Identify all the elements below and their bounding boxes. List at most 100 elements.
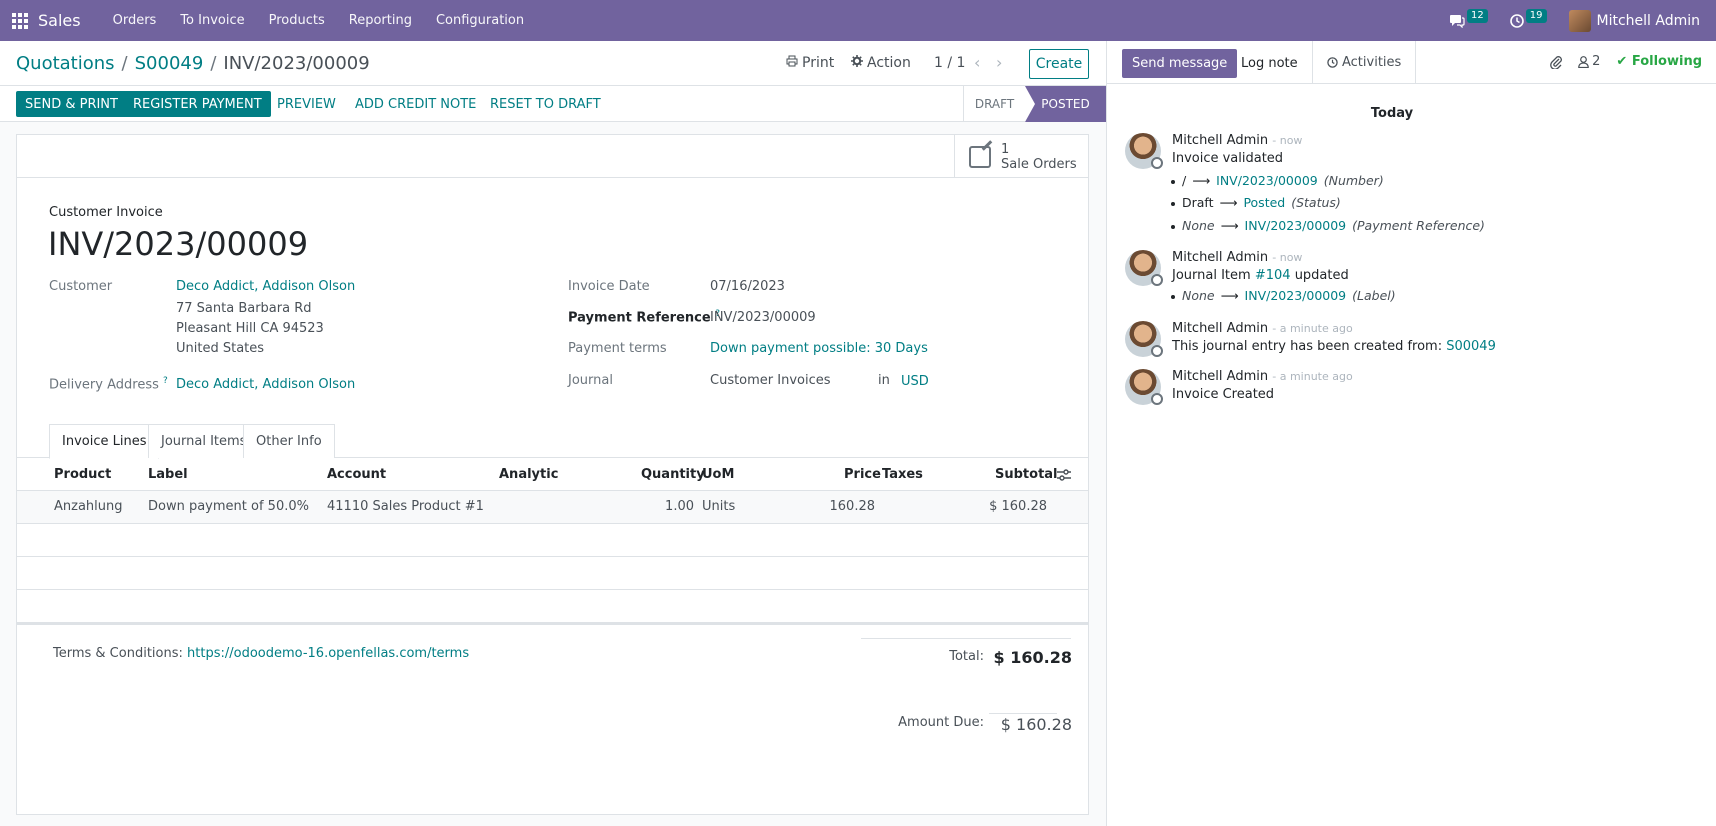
- activities-button[interactable]: Activities: [1312, 41, 1417, 84]
- total-value: $ 160.28: [993, 648, 1072, 667]
- payment-terms-link[interactable]: Down payment possible: 30 Days: [710, 341, 928, 356]
- tracking-field: (Label): [1352, 288, 1396, 303]
- cell-account: 41110 Sales Product #1: [327, 499, 484, 514]
- log-note-button[interactable]: Log note: [1231, 49, 1308, 78]
- currency-in-label: in: [878, 373, 890, 388]
- send-print-button[interactable]: SEND & PRINT: [16, 91, 127, 117]
- col-analytic[interactable]: Analytic: [499, 467, 558, 482]
- delivery-address-link[interactable]: Deco Addict, Addison Olson: [176, 377, 355, 392]
- activities-label: Activities: [1342, 55, 1402, 70]
- presence-icon: [1151, 274, 1163, 286]
- cell-quantity: 1.00: [665, 499, 694, 514]
- stage-posted[interactable]: POSTED: [1025, 86, 1106, 122]
- message-body: Journal Item #104 updated: [1172, 268, 1349, 283]
- invoice-date-value[interactable]: 07/16/2023: [710, 279, 785, 294]
- sale-orders-count: 1: [1001, 141, 1010, 157]
- app-name[interactable]: Sales: [38, 11, 81, 30]
- following-button[interactable]: ✔ Following: [1616, 54, 1702, 69]
- address-line-2: Pleasant Hill CA 94523: [176, 321, 324, 336]
- message-body: Invoice validated: [1172, 151, 1284, 166]
- user-menu[interactable]: Mitchell Admin: [1568, 9, 1716, 32]
- menu-orders[interactable]: Orders: [101, 13, 169, 28]
- cell-subtotal: $ 160.28: [989, 499, 1047, 514]
- col-quantity[interactable]: Quantity: [641, 467, 705, 482]
- cell-uom: Units: [702, 499, 736, 514]
- paperclip-icon[interactable]: [1550, 55, 1563, 69]
- top-navbar: Sales Orders To Invoice Products Reporti…: [0, 0, 1716, 41]
- tracking-field: (Number): [1323, 173, 1384, 188]
- apps-menu-icon[interactable]: [0, 0, 40, 41]
- cell-label: Down payment of 50.0%: [148, 499, 309, 514]
- table-row[interactable]: Anzahlung Down payment of 50.0% 41110 Sa…: [17, 491, 1088, 524]
- create-button[interactable]: Create: [1029, 49, 1089, 79]
- tracking-field: (Payment Reference): [1352, 218, 1485, 233]
- menu-configuration[interactable]: Configuration: [424, 13, 536, 28]
- col-price[interactable]: Price: [844, 467, 881, 482]
- journal-item-link[interactable]: #104: [1255, 268, 1291, 283]
- author-name[interactable]: Mitchell Admin: [1172, 133, 1268, 148]
- breadcrumb-separator: /: [121, 53, 128, 74]
- terms-label: Terms & Conditions:: [53, 646, 183, 661]
- following-label: Following: [1631, 54, 1702, 69]
- journal-label: Journal: [568, 373, 613, 388]
- table-row-empty: [17, 590, 1088, 623]
- presence-icon: [1151, 345, 1163, 357]
- col-subtotal[interactable]: Subtotal: [995, 467, 1058, 482]
- col-account[interactable]: Account: [327, 467, 386, 482]
- customer-label: Customer: [49, 279, 113, 294]
- tab-other-info[interactable]: Other Info: [243, 424, 335, 458]
- tab-invoice-lines[interactable]: Invoice Lines: [49, 424, 160, 459]
- breadcrumb-current: INV/2023/00009: [223, 53, 370, 74]
- col-uom[interactable]: UoM: [702, 467, 734, 482]
- messaging-menu[interactable]: 12: [1449, 8, 1488, 28]
- breadcrumb-sale-order[interactable]: S00049: [135, 53, 204, 74]
- pager-next-icon[interactable]: ›: [996, 53, 1002, 72]
- tracking-new: Posted: [1243, 195, 1286, 210]
- payment-reference-value[interactable]: INV/2023/00009: [710, 310, 816, 325]
- author-name[interactable]: Mitchell Admin: [1172, 369, 1268, 384]
- activity-menu[interactable]: 19: [1509, 8, 1547, 28]
- author-name[interactable]: Mitchell Admin: [1172, 321, 1268, 336]
- amount-due-value: $ 160.28: [1000, 715, 1072, 734]
- add-credit-note-button[interactable]: ADD CREDIT NOTE: [346, 91, 485, 117]
- presence-icon: [1151, 157, 1163, 169]
- stage-draft[interactable]: DRAFT: [963, 86, 1025, 122]
- currency-link[interactable]: USD: [901, 374, 929, 389]
- print-button[interactable]: Print: [786, 55, 834, 71]
- terms-link[interactable]: https://odoodemo-16.openfellas.com/terms: [187, 646, 469, 661]
- edit-icon: [969, 145, 991, 168]
- author-name[interactable]: Mitchell Admin: [1172, 250, 1268, 265]
- preview-button[interactable]: PREVIEW: [268, 91, 345, 117]
- sale-order-link[interactable]: S00049: [1446, 339, 1496, 354]
- gear-icon: [851, 55, 863, 67]
- tracking-old: None: [1182, 218, 1215, 233]
- sale-orders-smart-button[interactable]: 1 Sale Orders: [954, 135, 1088, 178]
- journal-value[interactable]: Customer Invoices: [710, 373, 831, 388]
- pager-previous-icon[interactable]: ‹: [974, 53, 980, 72]
- optional-columns-icon[interactable]: [1057, 469, 1071, 481]
- message-time: - a minute ago: [1272, 322, 1353, 335]
- col-label[interactable]: Label: [148, 467, 188, 482]
- col-product[interactable]: Product: [54, 467, 111, 482]
- clock-icon: [1509, 13, 1524, 28]
- menu-to-invoice[interactable]: To Invoice: [168, 13, 256, 28]
- tracking-value: Draft ⟶ Posted (Status): [1171, 195, 1341, 210]
- tracking-new: INV/2023/00009: [1244, 218, 1347, 233]
- table-row-empty: [17, 557, 1088, 590]
- address-line-1: 77 Santa Barbara Rd: [176, 301, 312, 316]
- customer-link[interactable]: Deco Addict, Addison Olson: [176, 279, 355, 294]
- menu-reporting[interactable]: Reporting: [337, 13, 424, 28]
- breadcrumb-quotations[interactable]: Quotations: [16, 53, 115, 74]
- pager-value[interactable]: 1 / 1: [934, 55, 965, 71]
- col-taxes[interactable]: Taxes: [882, 467, 923, 482]
- followers-button[interactable]: 2: [1578, 54, 1600, 69]
- arrow-right-icon: ⟶: [1220, 218, 1239, 233]
- send-message-button[interactable]: Send message: [1122, 49, 1238, 78]
- tracking-field: (Status): [1291, 195, 1341, 210]
- register-payment-button[interactable]: REGISTER PAYMENT: [124, 91, 271, 117]
- breadcrumb: Quotations / S00049 / INV/2023/00009: [16, 53, 370, 74]
- menu-products[interactable]: Products: [257, 13, 337, 28]
- tracking-old: Draft: [1182, 195, 1214, 210]
- reset-to-draft-button[interactable]: RESET TO DRAFT: [481, 91, 610, 117]
- action-button[interactable]: Action: [851, 55, 911, 71]
